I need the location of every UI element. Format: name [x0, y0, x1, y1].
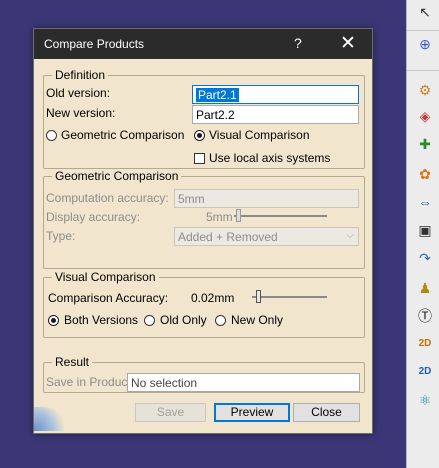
move-arrows-icon[interactable]: ⇔ — [415, 192, 435, 212]
use-local-axis-checkbox[interactable] — [194, 153, 205, 164]
computation-accuracy-label: Computation accuracy: — [46, 191, 169, 205]
both-versions-label[interactable]: Both Versions — [64, 313, 138, 327]
comparison-accuracy-slider-track — [252, 296, 327, 298]
display-accuracy-slider-thumb — [236, 209, 241, 222]
new-version-label: New version: — [46, 106, 116, 120]
visual-comparison-label[interactable]: Visual Comparison — [209, 128, 310, 142]
new-only-label[interactable]: New Only — [231, 313, 283, 327]
visual-comparison-radio[interactable] — [194, 130, 205, 141]
old-version-field[interactable]: Part2.1 — [192, 85, 359, 104]
new-version-field[interactable]: Part2.2 — [192, 105, 359, 124]
definition-legend: Definition — [55, 68, 106, 82]
old-only-radio[interactable] — [144, 315, 155, 326]
computation-accuracy-field: 5mm — [174, 189, 359, 208]
save-in-product-value: No selection — [131, 376, 198, 390]
assembly-icon[interactable]: ✚ — [415, 134, 435, 154]
comparison-accuracy-label: Comparison Accuracy: — [48, 291, 169, 305]
save-in-product-label: Save in Product — [46, 375, 131, 389]
toolbar-separator — [407, 30, 439, 31]
comparison-accuracy-value: 0.02mm — [191, 291, 235, 305]
save-in-product-field[interactable]: No selection — [127, 373, 360, 392]
close-button[interactable]: Close — [293, 403, 360, 422]
computation-accuracy-value: 5mm — [178, 192, 205, 206]
dialog-title: Compare Products — [44, 37, 145, 51]
save-button[interactable]: Save — [135, 403, 206, 422]
visual-comparison-legend: Visual Comparison — [55, 270, 156, 284]
comparison-accuracy-slider-thumb[interactable] — [256, 290, 261, 303]
2d-view-icon[interactable]: 2D — [415, 334, 435, 354]
zoom-select-icon[interactable]: ⊕ — [415, 34, 435, 54]
type-value: Added + Removed — [178, 230, 278, 244]
help-button[interactable]: ? — [294, 35, 302, 51]
new-only-radio[interactable] — [215, 315, 226, 326]
close-icon[interactable]: ✕ — [340, 32, 356, 55]
type-dropdown: Added + Removed ⌵ — [174, 227, 359, 246]
geometric-comparison-legend: Geometric Comparison — [55, 169, 179, 183]
geometric-comparison-radio[interactable] — [46, 130, 57, 141]
clash-icon[interactable]: ▣ — [415, 220, 435, 240]
preview-button[interactable]: Preview — [214, 403, 290, 422]
both-versions-radio[interactable] — [48, 315, 59, 326]
old-version-value: Part2.1 — [196, 88, 239, 102]
result-legend: Result — [55, 355, 90, 369]
chevron-down-icon: ⌵ — [346, 230, 354, 241]
type-label: Type: — [46, 229, 76, 243]
gear-compare-icon[interactable]: ⚙ — [415, 80, 435, 100]
old-only-label[interactable]: Old Only — [160, 313, 207, 327]
use-local-axis-label[interactable]: Use local axis systems — [209, 151, 330, 165]
product-icon[interactable]: ◈ — [415, 106, 435, 126]
hook-icon[interactable]: ↷ — [415, 248, 435, 268]
constraint-icon[interactable]: ✿ — [415, 164, 435, 184]
dialog-titlebar[interactable]: Compare Products ? ✕ — [34, 29, 372, 59]
old-version-label: Old version: — [46, 86, 111, 100]
select-arrow-icon[interactable]: ↖ — [415, 2, 435, 22]
text-annotation-icon[interactable]: Ⓣ — [415, 306, 435, 326]
toolbar-separator — [407, 70, 439, 71]
measure-icon[interactable]: ⚛ — [415, 390, 435, 410]
display-accuracy-value: 5mm — [206, 210, 233, 224]
new-version-value: Part2.2 — [196, 108, 235, 122]
2d-layout-icon[interactable]: 2D — [415, 362, 435, 382]
pin-icon[interactable]: ♟ — [415, 278, 435, 298]
logo-swirl-icon — [34, 407, 68, 431]
geometric-comparison-label[interactable]: Geometric Comparison — [61, 128, 184, 142]
right-toolbar: ↖ ⊕ ⚙ ◈ ✚ ✿ ⇔ ▣ ↷ ♟ Ⓣ 2D 2D ⚛ — [406, 0, 439, 468]
display-accuracy-slider-track — [234, 215, 327, 217]
compare-products-dialog: Compare Products ? ✕ Definition Old vers… — [33, 28, 373, 434]
display-accuracy-label: Display accuracy: — [46, 210, 141, 224]
